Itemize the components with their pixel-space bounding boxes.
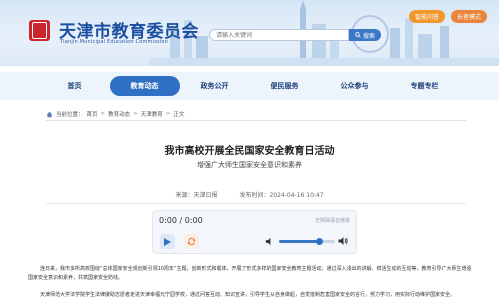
article-source: 来源：天津日报 [175,192,218,199]
volume-slider[interactable] [279,238,335,245]
site-header: 天津市教育委员会 Tianjin Municipal Education Com… [0,0,499,66]
breadcrumb-separator: > [165,111,171,117]
player-time: 0:00 / 0:00 [159,216,203,225]
search-icon [355,32,361,38]
play-icon [164,237,171,246]
nav-item-home[interactable]: 首页 [40,76,110,96]
breadcrumb-separator: > [100,111,106,117]
loop-button[interactable] [184,234,199,249]
home-icon [46,111,53,117]
search-input[interactable] [209,29,349,41]
player-tag: 无障碍语音播报 [314,218,350,224]
main-nav: 首页 教育动态 政务公开 便民服务 公众参与 专题专栏 [0,74,499,98]
volume-low-icon[interactable] [265,237,274,246]
volume-slider-thumb[interactable] [315,238,323,245]
nav-item-education-news[interactable]: 教育动态 [109,76,180,96]
nav-item-special-topics[interactable]: 专题专栏 [390,76,460,96]
search-button[interactable]: 搜索 [349,29,381,41]
nav-item-public-services[interactable]: 便民服务 [250,76,320,96]
article-subtitle: 增强广大师生国家安全意识和素养 [197,161,302,169]
nav-item-public-participation[interactable]: 公众参与 [320,76,390,96]
article-title: 我市高校开展全民国家安全教育日活动 [164,146,335,157]
volume-high-icon[interactable] [338,236,348,246]
breadcrumb-current: 正文 [173,112,185,118]
volume-slider-fill [279,240,320,243]
smart-qa-link[interactable]: 智能问答 [408,10,445,23]
search-button-label: 搜索 [362,32,375,40]
article-meta: 来源：天津日报 发布时间：2024-04-16 10:47 [0,190,499,199]
article-paragraph-2: 天津师范大学法学院学生法律援助志愿者走进天津幸福元宁园学校，通过问答互动、知识宣… [40,292,456,298]
elder-mode-link[interactable]: 长者模式 [450,10,487,23]
meta-divider [46,203,466,204]
breadcrumb: 当前位置： 首页 > 教育动态 > 天津教育 > 正文 [46,110,184,118]
breadcrumb-divider [46,120,466,121]
breadcrumb-prefix: 当前位置： [56,112,84,118]
article-paragraph-1: 连日来，我市多所高校围绕“总体国家安全观创新引领10周年”主题，创新形式和载体，… [28,266,472,281]
breadcrumb-education-news[interactable]: 教育动态 [108,110,130,118]
article-publish-time: 发布时间：2024-04-16 10:47 [239,192,324,199]
search-bar: 搜索 [209,29,381,41]
audio-player: 0:00 / 0:00 无障碍语音播报 [152,210,357,254]
seal-logo-icon[interactable] [29,20,50,41]
loop-icon [187,237,196,246]
breadcrumb-tianjin-education[interactable]: 天津教育 [141,110,163,118]
breadcrumb-separator: > [133,111,138,117]
breadcrumb-home[interactable]: 首页 [87,110,98,118]
top-links: 智能问答 长者模式 [408,10,487,23]
play-button[interactable] [160,234,175,249]
site-subtitle: Tianjin Municipal Education Commission [60,39,169,45]
nav-item-government-affairs[interactable]: 政务公开 [180,76,250,96]
